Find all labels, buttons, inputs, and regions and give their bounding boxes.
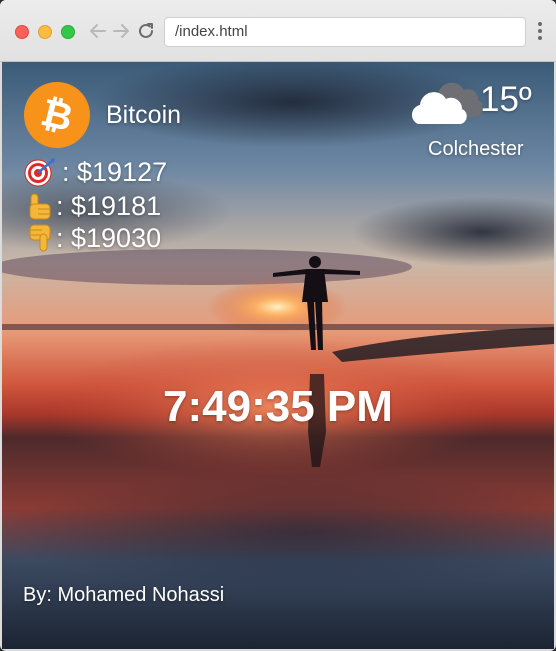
reload-icon[interactable] [136, 21, 156, 41]
low-price: : $19030 [56, 222, 162, 253]
high-price-row: : $19181 [24, 190, 161, 222]
maximize-window-button[interactable] [61, 25, 75, 39]
current-price: : $19127 [62, 156, 168, 187]
address-bar[interactable]: /index.html [164, 17, 526, 47]
point-down-icon [29, 224, 51, 252]
forward-arrow-icon[interactable] [111, 21, 131, 41]
city-name: Colchester [428, 138, 524, 160]
page-viewport: ₿ Bitcoin : $19127 : $19181: $19030 15º… [2, 62, 554, 649]
clock-time: 7:49:35 PM [163, 382, 393, 431]
minimize-window-button[interactable] [38, 25, 52, 39]
target-icon [24, 158, 55, 187]
coin-name: Bitcoin [106, 101, 182, 129]
high-price: : $19181 [56, 190, 162, 221]
bitcoin-logo-icon: ₿ [24, 82, 90, 148]
back-arrow-icon[interactable] [88, 21, 108, 41]
close-window-button[interactable] [15, 25, 29, 39]
low-price-row: : $19030 [24, 222, 161, 254]
photo-credit: By: Mohamed Nohassi [23, 584, 225, 606]
browser-window: /index.html ₿ Bitcoin: $19127: $19181 … [0, 0, 556, 651]
cloud-icon [411, 82, 482, 124]
point-up-icon [29, 193, 51, 220]
browser-menu-icon[interactable] [536, 22, 544, 42]
current-price-row: : $19127 [24, 156, 167, 188]
temperature: 15º [480, 80, 532, 119]
browser-toolbar: /index.html [0, 0, 556, 62]
